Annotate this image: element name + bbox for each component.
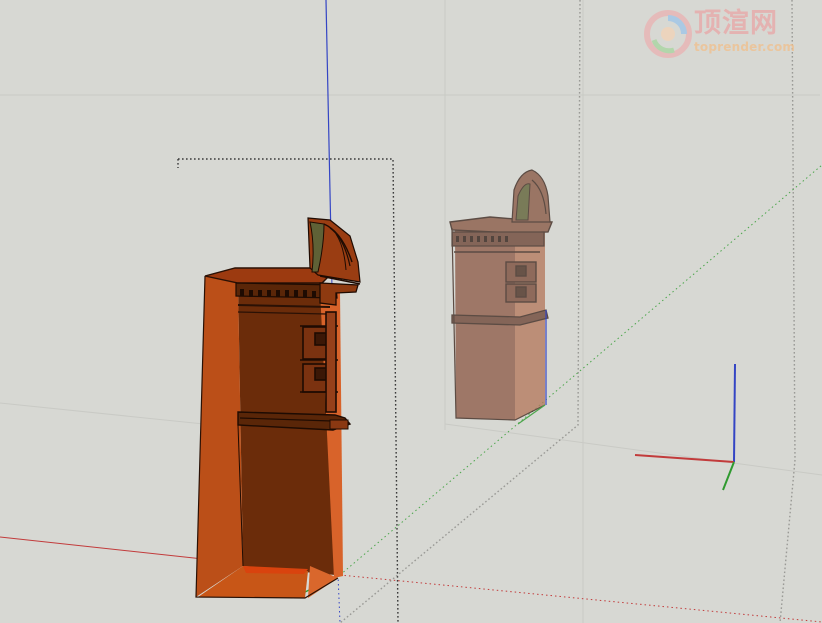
far-pediment <box>511 169 551 223</box>
watermark-title: 顶渲网 <box>694 8 778 39</box>
background-guides <box>0 0 822 623</box>
section-plane-right[interactable] <box>339 0 796 623</box>
axes-icon[interactable] <box>634 363 736 491</box>
blue-axis-dotted <box>337 574 341 623</box>
tower-dentils <box>240 289 316 298</box>
red-axis-dotted <box>339 574 822 623</box>
green-axis-dotted <box>339 164 822 576</box>
watermark-url: toprender.com <box>694 40 796 54</box>
tower-model-far[interactable] <box>449 169 554 421</box>
model-axes <box>0 0 822 623</box>
watermark: 顶渲网 toprender.com <box>644 8 804 58</box>
sketchup-viewport[interactable]: 顶渲网 toprender.com <box>0 0 822 623</box>
swirl-logo-icon <box>644 10 692 58</box>
3d-scene[interactable] <box>0 0 822 623</box>
belt-bracket <box>329 419 349 430</box>
far-windows <box>505 261 537 303</box>
tower-model-near[interactable] <box>195 217 361 599</box>
blue-axis-solid <box>325 0 332 241</box>
